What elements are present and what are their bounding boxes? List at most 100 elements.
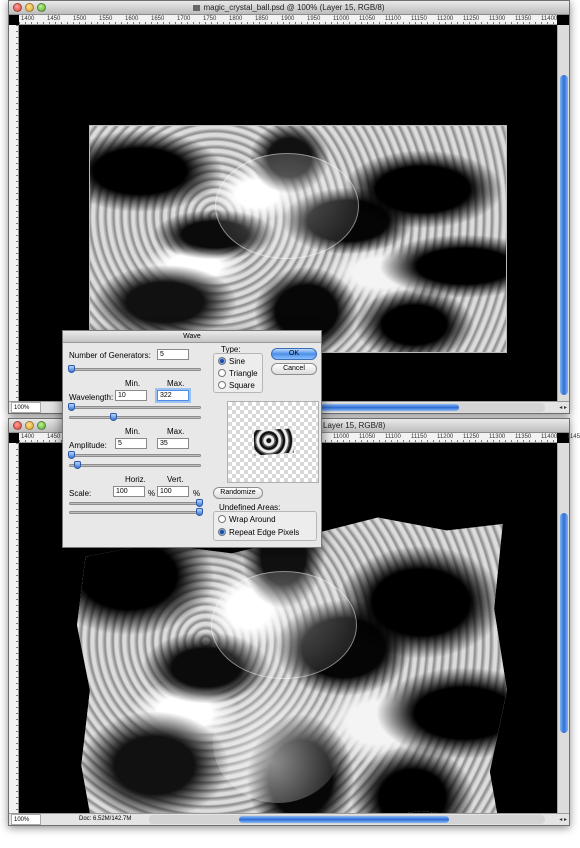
ruler-tick-label: 11450 — [567, 434, 580, 440]
ruler-tick-label: 1700 — [177, 16, 191, 22]
zoom-field[interactable]: 100% — [11, 814, 41, 825]
ruler-tick-label: 11100 — [385, 434, 401, 440]
scale-horiz-slider[interactable] — [69, 499, 203, 507]
ruler-tick-label: 1500 — [73, 16, 87, 22]
ruler-tick-label: 11350 — [515, 434, 532, 440]
randomize-button[interactable]: Randomize — [213, 487, 263, 499]
scale-horiz-knob[interactable] — [196, 499, 203, 507]
amplitude-min-knob[interactable] — [68, 451, 75, 459]
scale-horiz-percent: % — [148, 489, 156, 498]
close-window-button[interactable] — [13, 3, 22, 12]
type-group: Sine Triangle Square — [213, 353, 263, 393]
zoom-window-button[interactable] — [37, 3, 46, 12]
ruler-tick-label: 11050 — [359, 434, 376, 440]
ok-button[interactable]: OK — [271, 348, 317, 360]
amplitude-label: Amplitude: — [69, 441, 107, 450]
amplitude-max-slider[interactable] — [69, 461, 201, 469]
preview-pane[interactable] — [227, 401, 319, 483]
window-titlebar[interactable]: magic_crystal_ball.psd @ 100% (Layer 15,… — [9, 1, 569, 15]
vertical-scroll-thumb[interactable] — [560, 75, 568, 395]
generators-slider-knob[interactable] — [68, 365, 75, 373]
ruler-tick-label: 1900 — [281, 16, 295, 22]
amplitude-max-knob[interactable] — [74, 461, 81, 469]
vertical-scroll-thumb[interactable] — [560, 513, 568, 733]
sine-label: Sine — [229, 357, 246, 366]
minimize-window-button[interactable] — [25, 3, 34, 12]
ruler-tick-label: 1750 — [203, 16, 217, 22]
ruler-tick-label: 11000 — [333, 16, 350, 22]
ruler-tick-label: 1400 — [21, 434, 35, 440]
square-radio[interactable] — [218, 381, 226, 389]
wavelength-min-header: Min. — [125, 379, 141, 388]
vertical-ruler[interactable] — [9, 25, 19, 401]
amplitude-min-input[interactable]: 5 — [115, 438, 147, 449]
wavelength-min-knob[interactable] — [68, 403, 75, 411]
repeat-edge-radio[interactable] — [218, 528, 226, 536]
square-label: Square — [229, 381, 255, 390]
wavelength-min-input[interactable]: 10 — [115, 390, 147, 401]
sine-radio[interactable] — [218, 357, 226, 365]
ruler-tick-label: 11050 — [359, 16, 376, 22]
undefined-areas-group: Wrap Around Repeat Edge Pixels — [213, 511, 317, 541]
wavelength-min-slider[interactable] — [68, 403, 201, 411]
ruler-tick-label: 1400 — [21, 16, 35, 22]
scale-vert-slider[interactable] — [69, 508, 203, 516]
scroll-arrows-icon[interactable]: ◂ ▸ — [559, 815, 567, 826]
amplitude-min-header: Min. — [125, 427, 141, 436]
document-size-info[interactable]: Doc: 6.52M/142.7M — [79, 814, 131, 825]
wrap-around-radio[interactable] — [218, 515, 226, 523]
ruler-tick-label: 11200 — [437, 434, 454, 440]
triangle-radio[interactable] — [218, 369, 226, 377]
crystal-ball-ellipse — [215, 153, 359, 259]
ruler-tick-label: 1450 — [47, 434, 61, 440]
vertical-scrollbar[interactable] — [557, 443, 569, 813]
generators-label: Number of Generators: — [69, 351, 151, 360]
status-bar: 100% Doc: 6.52M/142.7M ◂ ▸ — [9, 813, 569, 825]
ruler-tick-label: 11150 — [411, 434, 427, 440]
ruler-tick-label: 11150 — [411, 16, 427, 22]
ruler-tick-label: 11000 — [333, 434, 350, 440]
minimize-window-button[interactable] — [25, 421, 34, 430]
wavelength-max-header: Max. — [167, 379, 185, 388]
wavelength-label: Wavelength: — [69, 393, 114, 402]
vertical-ruler[interactable] — [9, 443, 19, 813]
zoom-field[interactable]: 100% — [11, 402, 41, 413]
cancel-button[interactable]: Cancel — [271, 363, 317, 375]
amplitude-min-slider[interactable] — [68, 451, 201, 459]
scale-vert-percent: % — [193, 489, 201, 498]
scale-vert-input[interactable]: 100 — [157, 486, 189, 497]
wavelength-max-input[interactable]: 322 — [157, 390, 189, 401]
ruler-tick-label: 11300 — [489, 16, 506, 22]
wavelength-max-slider[interactable] — [69, 413, 201, 421]
amplitude-max-input[interactable]: 35 — [157, 438, 189, 449]
amplitude-max-header: Max. — [167, 427, 185, 436]
scale-vert-header: Vert. — [167, 475, 184, 484]
horizontal-scroll-thumb[interactable] — [239, 816, 449, 823]
wrap-around-label: Wrap Around — [229, 515, 276, 524]
ruler-tick-label: 1450 — [47, 16, 61, 22]
horizontal-ruler[interactable]: 1400 1450 1500 1550 1600 1650 1700 1750 1800 1850… — [19, 15, 557, 25]
ruler-tick-label: 1600 — [125, 16, 139, 22]
close-window-button[interactable] — [13, 421, 22, 430]
wavelength-max-knob[interactable] — [110, 413, 117, 421]
scroll-arrows-icon[interactable]: ◂ ▸ — [559, 403, 567, 414]
ruler-tick-label: 11400 — [541, 434, 558, 440]
scale-horiz-input[interactable]: 100 — [113, 486, 145, 497]
ruler-tick-label: 1800 — [229, 16, 243, 22]
window-title: Layer 15, RGB/8) — [323, 421, 386, 430]
ruler-tick-label: 1650 — [151, 16, 165, 22]
ruler-tick-label: 11100 — [385, 16, 401, 22]
ruler-tick-label: 1550 — [99, 16, 113, 22]
generators-slider[interactable] — [68, 365, 201, 373]
ruler-tick-label: 11350 — [515, 16, 532, 22]
scale-vert-knob[interactable] — [196, 508, 203, 516]
window-title: magic_crystal_ball.psd @ 100% (Layer 15,… — [203, 3, 385, 12]
triangle-label: Triangle — [229, 369, 258, 378]
horizontal-scrollbar[interactable] — [149, 815, 545, 824]
preview-image — [253, 428, 294, 456]
wave-dialog: Wave Number of Generators: 5 Min. Max. W… — [62, 330, 322, 548]
repeat-edge-label: Repeat Edge Pixels — [229, 528, 300, 537]
vertical-scrollbar[interactable] — [557, 25, 569, 401]
generators-input[interactable]: 5 — [157, 349, 189, 360]
zoom-window-button[interactable] — [37, 421, 46, 430]
